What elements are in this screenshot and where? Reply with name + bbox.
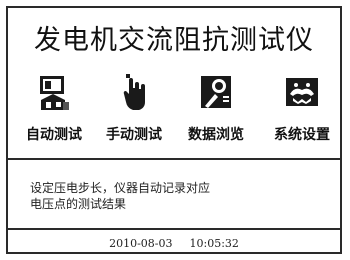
menu-item-data-browse[interactable]: 数据浏览 <box>174 70 258 150</box>
divider-top <box>8 158 340 160</box>
menu-item-system-settings[interactable]: 系统设置 <box>260 70 344 150</box>
menu-item-label: 自动测试 <box>26 127 82 143</box>
function-description: 设定压电步长，仪器自动记录对应 电压点的测试结果 <box>30 180 320 212</box>
menu-item-auto-test[interactable]: 自动测试 <box>12 70 96 150</box>
description-line: 设定压电步长，仪器自动记录对应 <box>30 181 211 195</box>
menu-item-label: 数据浏览 <box>188 127 244 143</box>
status-time: 10:05:32 <box>189 237 239 250</box>
menu-item-label: 系统设置 <box>274 127 330 143</box>
description-line: 电压点的测试结果 <box>30 197 127 211</box>
manual-test-icon <box>123 74 145 110</box>
auto-test-icon <box>40 76 69 110</box>
menu-item-manual-test[interactable]: 手动测试 <box>92 70 176 150</box>
data-browse-icon <box>201 76 231 108</box>
status-datetime: 2010-08-03 10:05:32 <box>8 237 340 250</box>
menu-item-label: 手动测试 <box>106 127 162 143</box>
system-settings-icon <box>286 78 318 106</box>
divider-bottom <box>8 228 340 230</box>
device-screen: 发电机交流阻抗测试仪 自动测试 手动测试 数据浏览 系统设置 设定压电步长，仪器… <box>6 6 342 254</box>
main-menu: 自动测试 手动测试 数据浏览 系统设置 <box>8 70 340 150</box>
page-title: 发电机交流阻抗测试仪 <box>34 25 314 56</box>
status-date: 2010-08-03 <box>109 237 173 250</box>
